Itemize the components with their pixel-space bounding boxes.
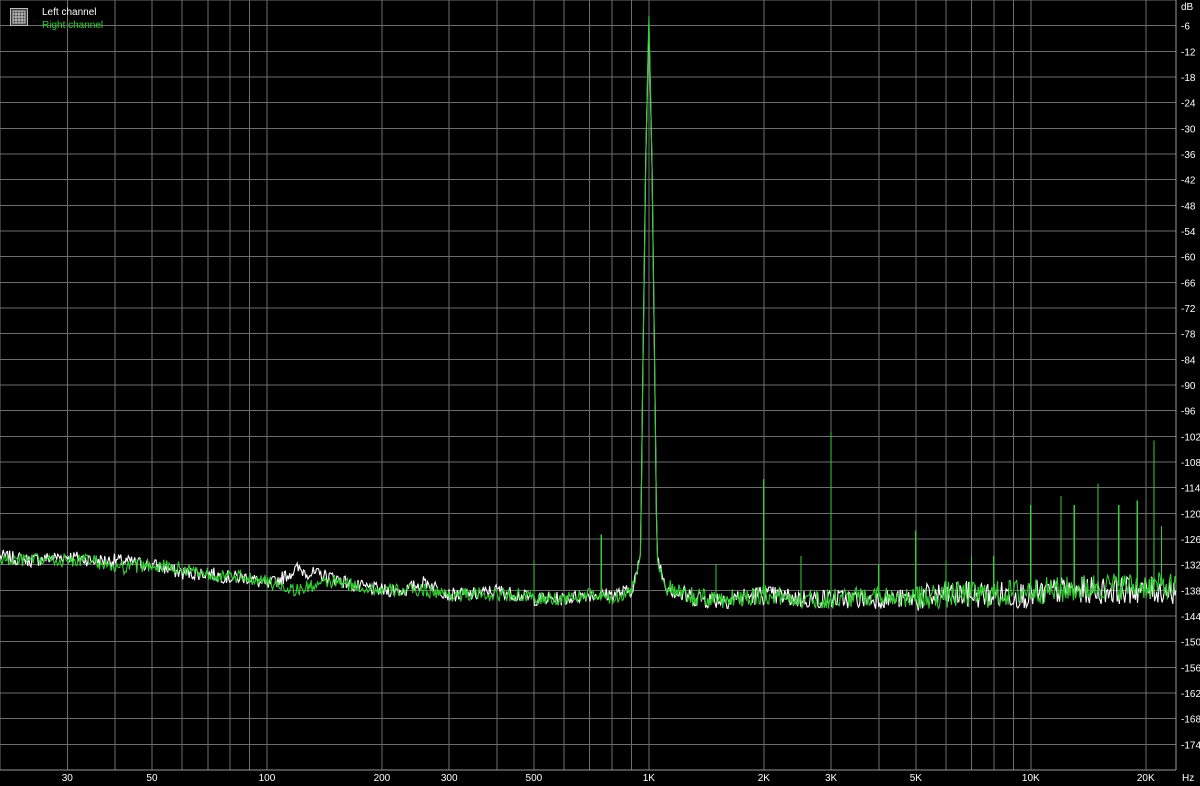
x-tick-label: 2K [758, 773, 771, 784]
y-axis: -6 -12 -18 -24 -30 -36 -42 -48 -54 -60 -66 -72 -78 -8… [1181, 22, 1200, 752]
x-tick-label: 3K [825, 773, 838, 784]
x-tick-label: 500 [526, 773, 543, 784]
y-tick-label: -90 [1181, 381, 1196, 392]
y-tick-label: -78 [1181, 330, 1196, 341]
y-tick-label: -48 [1181, 201, 1196, 212]
spectrum-analyzer: -6 -12 -18 -24 -30 -36 -42 -48 -54 -60 -66 -72 -78 -8… [0, 0, 1200, 786]
grid [0, 0, 1177, 771]
y-tick-label: -54 [1181, 227, 1196, 238]
x-tick-label: 1K [643, 773, 656, 784]
y-tick-label: -66 [1181, 278, 1196, 289]
y-tick-label: -12 [1181, 47, 1196, 58]
y-tick-label: -84 [1181, 355, 1196, 366]
y-axis-label: dB [1181, 2, 1194, 13]
y-tick-label: -42 [1181, 176, 1196, 187]
y-tick-label: -150 [1181, 638, 1200, 649]
y-tick-label: -60 [1181, 253, 1196, 264]
left-channel-line [0, 24, 1177, 611]
y-tick-label: -30 [1181, 124, 1196, 135]
y-tick-label: -108 [1181, 458, 1200, 469]
x-tick-label: 30 [62, 773, 74, 784]
x-tick-label: 10K [1022, 773, 1040, 784]
y-tick-label: -36 [1181, 150, 1196, 161]
y-tick-label: -102 [1181, 432, 1200, 443]
y-tick-label: -138 [1181, 586, 1200, 597]
x-axis: 30 50 100 200 300 500 1K 2K 3K 5K 10K 20K [62, 773, 1155, 784]
y-tick-label: -6 [1181, 22, 1190, 33]
legend-left-channel: Left channel [42, 7, 97, 18]
x-tick-label: 5K [910, 773, 923, 784]
spectrum-chart: -6 -12 -18 -24 -30 -36 -42 -48 -54 -60 -66 -72 -78 -8… [0, 0, 1200, 784]
x-tick-label: 20K [1137, 773, 1155, 784]
y-tick-label: -144 [1181, 612, 1200, 623]
x-tick-label: 100 [259, 773, 276, 784]
y-tick-label: -114 [1181, 484, 1200, 495]
y-tick-label: -24 [1181, 99, 1196, 110]
y-tick-label: -156 [1181, 663, 1200, 674]
legend: Left channel Right channel [10, 6, 103, 32]
grid-icon[interactable] [10, 8, 28, 26]
y-tick-label: -126 [1181, 535, 1200, 546]
y-tick-label: -168 [1181, 715, 1200, 726]
right-channel-line [0, 16, 1177, 610]
y-tick-label: -18 [1181, 73, 1196, 84]
y-tick-label: -72 [1181, 304, 1196, 315]
x-tick-label: 300 [441, 773, 458, 784]
y-tick-label: -174 [1181, 740, 1200, 751]
series-group [0, 16, 1177, 611]
y-tick-label: -132 [1181, 561, 1200, 572]
x-tick-label: 50 [146, 773, 158, 784]
y-tick-label: -96 [1181, 407, 1196, 418]
y-tick-label: -162 [1181, 689, 1200, 700]
y-tick-label: -120 [1181, 509, 1200, 520]
legend-right-channel: Right channel [42, 20, 104, 31]
x-axis-label: Hz [1182, 773, 1194, 784]
x-tick-label: 200 [374, 773, 391, 784]
